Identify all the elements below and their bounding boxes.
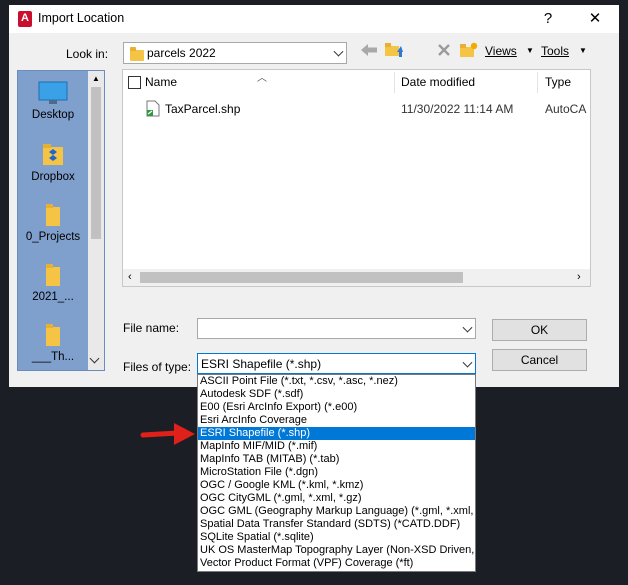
look-in-value: parcels 2022	[147, 46, 216, 60]
place-label: ___Th...	[31, 351, 75, 363]
column-header-type[interactable]: Type	[545, 70, 571, 94]
cancel-button[interactable]: Cancel	[492, 349, 587, 371]
back-arrow-icon[interactable]	[360, 43, 378, 57]
dropdown-option[interactable]: ESRI Shapefile (*.shp)	[198, 427, 475, 440]
tools-dropdown-arrow-icon[interactable]: ▼	[579, 46, 587, 55]
chevron-down-icon[interactable]	[462, 322, 473, 333]
chevron-left-icon[interactable]: ‹	[128, 271, 132, 283]
files-of-type-value: ESRI Shapefile (*.shp)	[201, 357, 322, 371]
place-label: 2021_...	[32, 291, 74, 303]
delete-icon[interactable]	[437, 43, 451, 57]
dropdown-option[interactable]: Autodesk SDF (*.sdf)	[198, 388, 475, 401]
shapefile-icon	[146, 100, 160, 117]
place-desktop[interactable]: Desktop	[18, 81, 88, 121]
dropdown-option[interactable]: MapInfo TAB (MITAB) (*.tab)	[198, 453, 475, 466]
views-menu[interactable]: Views	[485, 44, 517, 58]
sort-ascending-icon: ︿	[257, 73, 267, 84]
dropdown-option[interactable]: OGC / Google KML (*.kml, *.kmz)	[198, 479, 475, 492]
dropdown-option[interactable]: SQLite Spatial (*.sqlite)	[198, 531, 475, 544]
folder-icon	[46, 324, 60, 346]
close-button[interactable]: ✕	[584, 8, 606, 30]
chevron-down-icon	[333, 46, 344, 57]
new-folder-icon[interactable]	[459, 41, 479, 59]
column-divider[interactable]	[537, 72, 538, 93]
chevron-down-icon[interactable]	[89, 353, 100, 364]
up-folder-icon[interactable]	[384, 40, 404, 58]
views-label: Views	[485, 44, 517, 58]
place-label: Desktop	[31, 109, 75, 121]
place-dropbox[interactable]: Dropbox	[18, 141, 88, 183]
dropdown-option[interactable]: MicroStation File (*.dgn)	[198, 466, 475, 479]
dialog-title: Import Location	[38, 11, 125, 25]
folder-icon	[46, 264, 60, 286]
dropdown-option[interactable]: Esri ArcInfo Coverage	[198, 414, 475, 427]
column-divider[interactable]	[394, 72, 395, 93]
column-header-name[interactable]: Name	[145, 70, 177, 94]
dropdown-option[interactable]: MapInfo MIF/MID (*.mif)	[198, 440, 475, 453]
scrollbar-thumb[interactable]	[140, 272, 463, 283]
place-0-projects[interactable]: 0_Projects	[18, 201, 88, 243]
help-button[interactable]: ?	[537, 8, 559, 30]
title-bar: A Import Location ? ✕	[9, 5, 619, 33]
place-label: Dropbox	[31, 171, 75, 183]
select-all-checkbox[interactable]	[128, 76, 141, 89]
dropdown-option[interactable]: ASCII Point File (*.txt, *.csv, *.asc, *…	[198, 375, 475, 388]
chevron-down-icon[interactable]	[462, 357, 473, 368]
table-row[interactable]: TaxParcel.shp 11/30/2022 11:14 AM AutoCA	[123, 98, 590, 118]
dropbox-icon	[43, 144, 63, 165]
import-location-dialog: A Import Location ? ✕ Look in: parcels 2…	[9, 5, 619, 387]
chevron-right-icon[interactable]: ›	[577, 271, 581, 283]
files-of-type-select[interactable]: ESRI Shapefile (*.shp)	[197, 353, 476, 374]
autocad-app-icon: A	[18, 11, 32, 27]
file-name-label: File name:	[123, 321, 180, 335]
annotation-arrow-icon	[140, 423, 195, 445]
file-name-input[interactable]	[197, 318, 476, 339]
horizontal-scrollbar[interactable]: ‹ ›	[123, 269, 590, 286]
dropdown-option[interactable]: OGC GML (Geography Markup Language) (*.g…	[198, 505, 475, 518]
dropdown-option[interactable]: Vector Product Format (VPF) Coverage (*f…	[198, 557, 475, 570]
places-bar: Desktop Dropbox 0_Projects 2021_... ___T…	[17, 70, 105, 371]
place-th[interactable]: ___Th...	[18, 321, 88, 363]
folder-icon	[130, 47, 144, 61]
tools-menu[interactable]: Tools	[541, 44, 569, 58]
column-header-date[interactable]: Date modified	[401, 70, 475, 94]
dropdown-option[interactable]: E00 (Esri ArcInfo Export) (*.e00)	[198, 401, 475, 414]
chevron-up-icon[interactable]: ▲	[92, 74, 100, 83]
scrollbar-thumb[interactable]	[91, 87, 101, 239]
look-in-combo[interactable]: parcels 2022	[123, 42, 347, 64]
files-of-type-label: Files of type:	[123, 360, 192, 374]
file-type: AutoCA	[545, 102, 587, 116]
folder-icon	[46, 204, 60, 226]
place-2021[interactable]: 2021_...	[18, 261, 88, 303]
file-date: 11/30/2022 11:14 AM	[401, 102, 514, 116]
dropdown-option[interactable]: OGC CityGML (*.gml, *.xml, *.gz)	[198, 492, 475, 505]
desktop-icon	[38, 81, 68, 104]
tools-label: Tools	[541, 44, 570, 58]
ok-button[interactable]: OK	[492, 319, 587, 341]
file-type-dropdown-list[interactable]: ASCII Point File (*.txt, *.csv, *.asc, *…	[197, 374, 476, 572]
places-scrollbar[interactable]: ▲	[88, 71, 104, 370]
look-in-label: Look in:	[66, 47, 109, 61]
file-list[interactable]: ︿ Name Date modified Type TaxParcel.shp …	[122, 69, 591, 287]
views-dropdown-arrow-icon[interactable]: ▼	[526, 46, 534, 55]
dropdown-option[interactable]: Spatial Data Transfer Standard (SDTS) (*…	[198, 518, 475, 531]
dropdown-option[interactable]: UK OS MasterMap Topography Layer (Non-XS…	[198, 544, 475, 557]
file-name: TaxParcel.shp	[165, 102, 241, 116]
place-label: 0_Projects	[25, 231, 81, 243]
